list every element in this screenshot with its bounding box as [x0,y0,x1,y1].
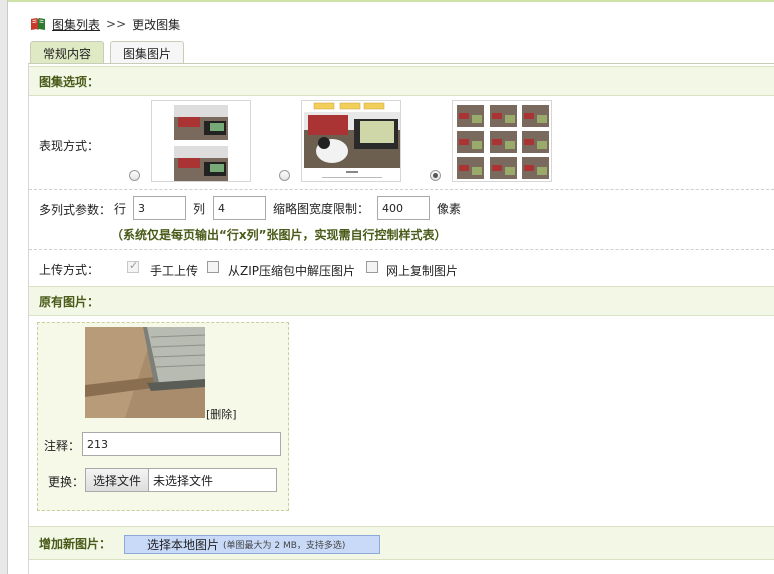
choose-file-button[interactable]: 选择文件 [86,469,150,491]
thumb-width-input[interactable] [377,196,430,220]
top-accent-line [8,0,774,2]
display-mode-radio-grid[interactable] [430,170,441,181]
content-panel: 图集选项： 表现方式： 多列式参数： 行 3 列 4 缩略图宽度限制： 400 … [28,64,774,574]
upload-hint: (单图最大为 2 MB，支持多选) [223,541,346,551]
display-mode-preview-grid [452,100,552,182]
breadcrumb-separator: >> [106,17,127,31]
file-status: 未选择文件 [153,473,214,488]
new-images-section-title: 增加新图片： [39,536,112,551]
upload-zip-checkbox[interactable] [207,261,219,273]
upload-manual-label: 手工上传 [150,264,199,278]
upload-zip-label: 从ZIP压缩包中解压图片 [228,264,355,278]
original-image-thumbnail [85,327,205,418]
display-mode-preview-slideshow [301,100,401,182]
rows-label: 行 [114,202,127,216]
display-mode-preview-single [151,100,251,182]
display-mode-label: 表现方式： [39,139,100,153]
upload-web-label: 网上复制图片 [386,264,459,278]
tab-gallery-images[interactable]: 图集图片 [110,41,185,64]
original-image-card: [删除] 注释： 更换： 选择文件 未选择文件 [37,322,289,511]
left-frame-border [0,0,8,574]
options-section-title: 图集选项： [29,66,774,96]
unit-label: 像素 [437,202,462,216]
breadcrumb: 图集列表 >> 更改图集 [30,14,180,34]
row-divider [29,189,774,190]
upload-mode-label: 上传方式： [39,263,100,277]
thumb-width-label: 缩略图宽度限制： [273,202,370,216]
cols-input[interactable] [213,196,266,220]
multicol-note: （系统仅是每页输出“行x列”张图片，实现需自行控制样式表） [111,228,447,242]
upload-button-label: 选择本地图片 [147,538,220,552]
select-local-images-button[interactable]: 选择本地图片 (单图最大为 2 MB，支持多选) [124,535,380,554]
upload-web-checkbox[interactable] [366,261,378,273]
rows-input[interactable] [133,196,186,220]
comment-input[interactable] [82,432,281,456]
replace-file-input: 选择文件 未选择文件 [85,468,277,492]
tab-bar: 常规内容 图集图片 [30,41,185,64]
row-divider [29,249,774,250]
book-icon [30,17,46,31]
tab-general[interactable]: 常规内容 [30,41,105,64]
multicol-params-label: 多列式参数： [39,203,112,217]
page-title: 更改图集 [132,17,181,32]
cols-label: 列 [193,202,206,216]
upload-manual-checkbox[interactable] [127,259,139,273]
replace-label: 更换： [48,475,85,489]
display-mode-radio-slideshow[interactable] [279,170,290,181]
original-section-title: 原有图片： [29,286,774,316]
delete-image-link[interactable]: [删除] [206,406,237,422]
display-mode-radio-single[interactable] [129,170,140,181]
comment-label: 注释： [44,439,81,453]
gallery-list-link[interactable]: 图集列表 [52,16,100,33]
